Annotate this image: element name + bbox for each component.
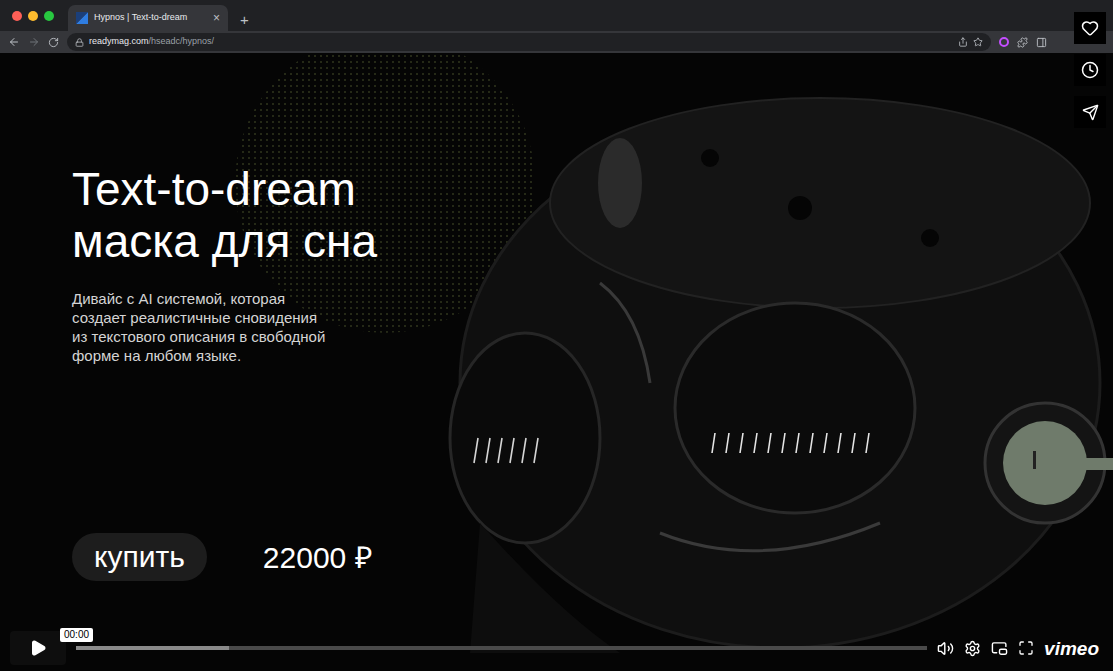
app: Hypnos | Text-to-dream × + readymag.com/hse… bbox=[0, 0, 1113, 671]
buy-button[interactable]: купить bbox=[72, 533, 207, 581]
progress-track[interactable]: 00:00 bbox=[76, 646, 927, 650]
lock-icon bbox=[75, 38, 84, 47]
extension-icon[interactable] bbox=[999, 37, 1009, 47]
url-path: /hseadc/hypnos/ bbox=[149, 36, 215, 46]
new-tab-button[interactable]: + bbox=[240, 12, 249, 27]
readymag-favicon-icon bbox=[76, 12, 88, 24]
tab-close-button[interactable]: × bbox=[213, 12, 220, 24]
play-icon bbox=[29, 639, 47, 657]
play-button[interactable] bbox=[10, 631, 66, 665]
hero-title: Text-to-dreamмаска для сна bbox=[72, 163, 1113, 267]
buffered-fill bbox=[76, 646, 229, 650]
like-button[interactable] bbox=[1074, 12, 1106, 44]
forward-icon[interactable] bbox=[28, 36, 40, 48]
picture-in-picture-icon[interactable] bbox=[991, 640, 1008, 657]
volume-icon[interactable] bbox=[937, 640, 954, 657]
heart-icon bbox=[1081, 19, 1099, 37]
fullscreen-icon[interactable] bbox=[1018, 640, 1034, 656]
clock-icon bbox=[1081, 61, 1099, 79]
share-button[interactable] bbox=[1074, 96, 1106, 128]
price: 22000 ₽ bbox=[263, 535, 372, 580]
share-icon[interactable] bbox=[958, 37, 968, 47]
back-icon[interactable] bbox=[8, 36, 20, 48]
tab-bar: Hypnos | Text-to-dream × + bbox=[0, 0, 1113, 31]
minimize-window-dot[interactable] bbox=[28, 11, 38, 21]
close-window-dot[interactable] bbox=[12, 11, 22, 21]
url-field[interactable]: readymag.com/hseadc/hypnos/ bbox=[67, 33, 991, 51]
browser-tab[interactable]: Hypnos | Text-to-dream × bbox=[68, 5, 228, 31]
hero-description: Дивайс с AI системой, котораясоздает реа… bbox=[72, 289, 1113, 365]
bookmark-star-icon[interactable] bbox=[973, 37, 983, 47]
extensions-puzzle-icon[interactable] bbox=[1017, 37, 1028, 48]
address-bar: readymag.com/hseadc/hypnos/ bbox=[0, 31, 1113, 53]
zoom-window-dot[interactable] bbox=[44, 11, 54, 21]
time-tooltip: 00:00 bbox=[60, 628, 93, 642]
player-controls: 00:00 vimeo bbox=[10, 631, 1103, 665]
side-panel-icon[interactable] bbox=[1036, 37, 1047, 48]
page-content: Text-to-dreamмаска для сна Дивайс с AI си… bbox=[0, 53, 1113, 671]
send-icon bbox=[1082, 104, 1099, 121]
settings-icon[interactable] bbox=[964, 640, 981, 657]
url-host: readymag.com bbox=[89, 36, 149, 46]
watch-later-button[interactable] bbox=[1074, 54, 1106, 86]
vimeo-logo[interactable]: vimeo bbox=[1044, 639, 1103, 658]
tab-title: Hypnos | Text-to-dream bbox=[94, 11, 207, 25]
reload-icon[interactable] bbox=[48, 37, 59, 48]
